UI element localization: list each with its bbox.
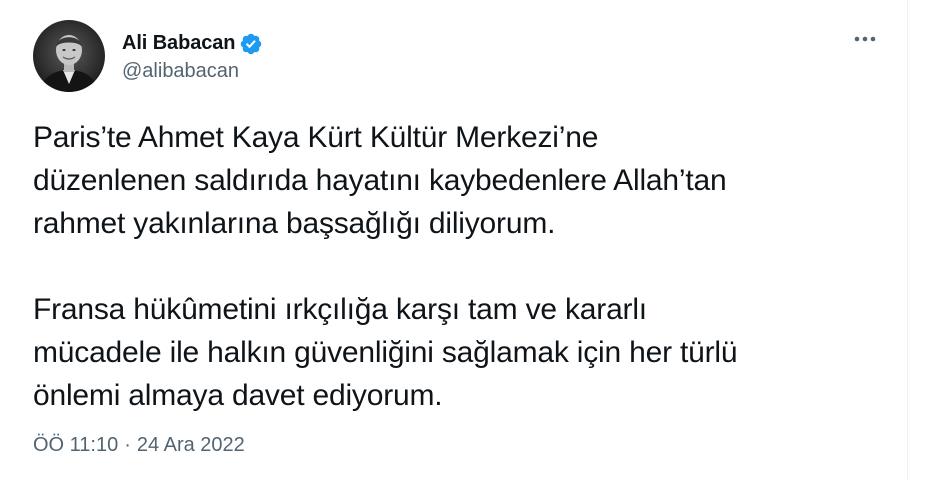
tweet-card: Ali Babacan @alibabacan Paris’te Ahmet K… [0, 0, 942, 480]
tweet-time-link[interactable]: ÖÖ 11:10 [33, 434, 118, 457]
profile-photo-icon [33, 20, 105, 92]
tweet-paragraph-2: Fransa hükûmetini ırkçılığa karşı tam ve… [33, 293, 738, 412]
verified-badge-icon [239, 32, 263, 56]
name-row: Ali Babacan [122, 30, 263, 58]
tweet-header: Ali Babacan @alibabacan [33, 20, 263, 92]
display-name[interactable]: Ali Babacan [122, 32, 235, 55]
author-identity: Ali Babacan @alibabacan [122, 30, 263, 83]
tweet-date-link[interactable]: 24 Ara 2022 [137, 434, 245, 457]
meta-separator: · [124, 434, 131, 456]
column-divider [907, 0, 908, 480]
tweet-timestamp: ÖÖ 11:10 · 24 Ara 2022 [33, 434, 245, 457]
tweet-paragraph-1: Paris’te Ahmet Kaya Kürt Kültür Merkezi’… [33, 121, 727, 240]
avatar[interactable] [33, 20, 105, 92]
more-options-icon [854, 36, 876, 42]
tweet-text: Paris’te Ahmet Kaya Kürt Kültür Merkezi’… [33, 116, 893, 417]
more-options-button[interactable] [850, 28, 880, 50]
user-handle[interactable]: @alibabacan [122, 60, 263, 83]
